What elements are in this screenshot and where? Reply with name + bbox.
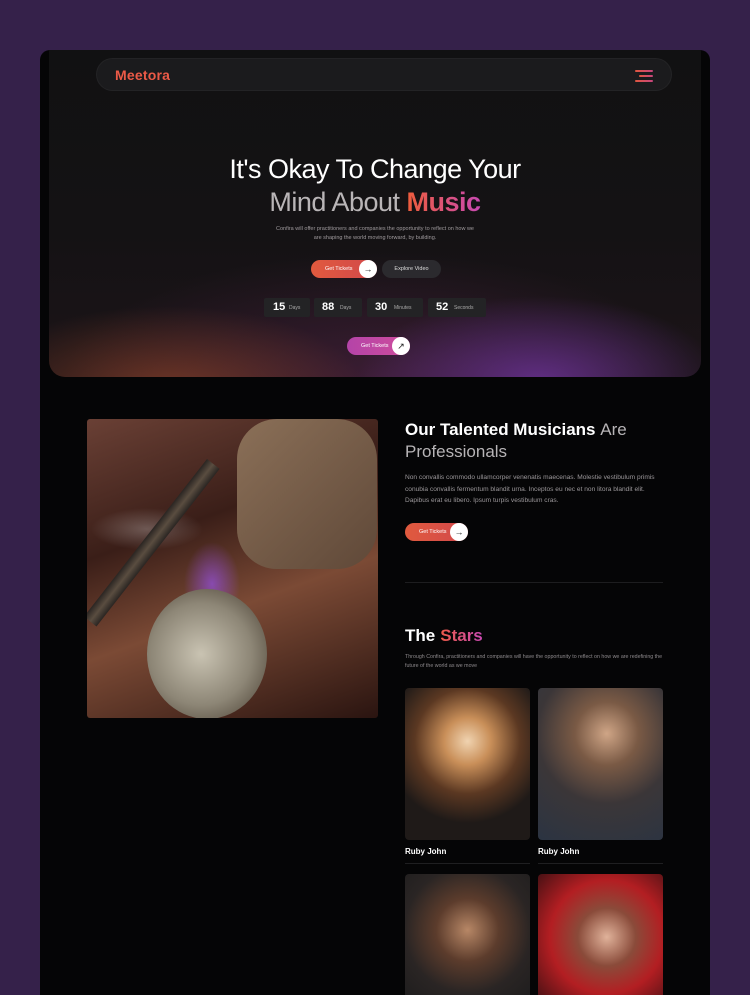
hamburger-menu-icon[interactable] xyxy=(635,70,653,82)
stars-title-main: The xyxy=(405,626,436,645)
logo[interactable]: Meetora xyxy=(115,67,170,83)
countdown-value: 52 xyxy=(436,301,449,313)
star-photo-singer[interactable] xyxy=(405,688,530,840)
musicians-title: Our Talented Musicians Are Professionals xyxy=(405,419,665,463)
card-divider xyxy=(405,863,530,864)
star-name[interactable]: Ruby John xyxy=(405,847,446,856)
countdown-minutes: 30 Minutes xyxy=(367,298,423,317)
hero-title-line1: It's Okay To Change Your xyxy=(229,154,521,184)
page-frame: Meetora It's Okay To Change Your Mind Ab… xyxy=(40,50,710,995)
countdown-value: 88 xyxy=(322,301,335,313)
hero-get-tickets-button[interactable]: Get Tickets → xyxy=(311,260,377,278)
stars-description: Through Confira, practitioners and compa… xyxy=(405,654,663,669)
countdown-unit: Days xyxy=(289,305,301,311)
hero-bottom-get-tickets-button[interactable]: Get Tickets ↗ xyxy=(347,337,410,355)
countdown-value: 30 xyxy=(375,301,388,313)
countdown-unit: Days xyxy=(340,305,352,311)
hero-title-accent: Music xyxy=(406,187,482,217)
stars-title: The Stars xyxy=(405,626,483,646)
star-name[interactable]: Ruby John xyxy=(538,847,579,856)
star-photo-studio-musician[interactable] xyxy=(538,874,663,995)
hero-title-line2: Mind About Music xyxy=(49,185,701,219)
countdown-seconds: 52 Seconds xyxy=(428,298,486,317)
musicians-title-main: Our Talented Musicians xyxy=(405,420,596,439)
hero-description: Confira will offer practitioners and com… xyxy=(275,226,474,241)
card-divider xyxy=(538,863,663,864)
countdown-unit: Minutes xyxy=(394,305,412,311)
top-navbar: Meetora xyxy=(96,58,672,91)
guitarist-photo xyxy=(87,419,378,718)
musicians-get-tickets-button[interactable]: Get Tickets → xyxy=(405,523,468,541)
stars-title-accent: Stars xyxy=(440,626,483,645)
countdown-days-2: 88 Days xyxy=(314,298,362,317)
countdown-unit: Seconds xyxy=(454,305,474,311)
musicians-title-line2: Professionals xyxy=(405,442,508,461)
arrow-right-icon: → xyxy=(450,523,468,541)
countdown-value: 15 xyxy=(273,301,286,313)
hero-title-prefix: Mind About xyxy=(269,187,400,217)
arrow-right-icon: → xyxy=(359,260,377,278)
button-label: Get Tickets xyxy=(419,529,447,535)
hero-section: Meetora It's Okay To Change Your Mind Ab… xyxy=(49,50,701,377)
musicians-title-dim: Are xyxy=(600,420,627,439)
button-label: Get Tickets xyxy=(325,266,353,272)
explore-video-button[interactable]: Explore Video xyxy=(382,260,441,278)
section-divider xyxy=(405,582,663,583)
countdown-days: 15 Days xyxy=(264,298,310,317)
star-photo-guitarist[interactable] xyxy=(538,688,663,840)
star-photo-bearded-man[interactable] xyxy=(405,874,530,995)
musicians-description: Non convallis commodo ullamcorper venena… xyxy=(405,474,655,504)
button-label: Get Tickets xyxy=(361,343,389,349)
arrow-up-right-icon: ↗ xyxy=(392,337,410,355)
